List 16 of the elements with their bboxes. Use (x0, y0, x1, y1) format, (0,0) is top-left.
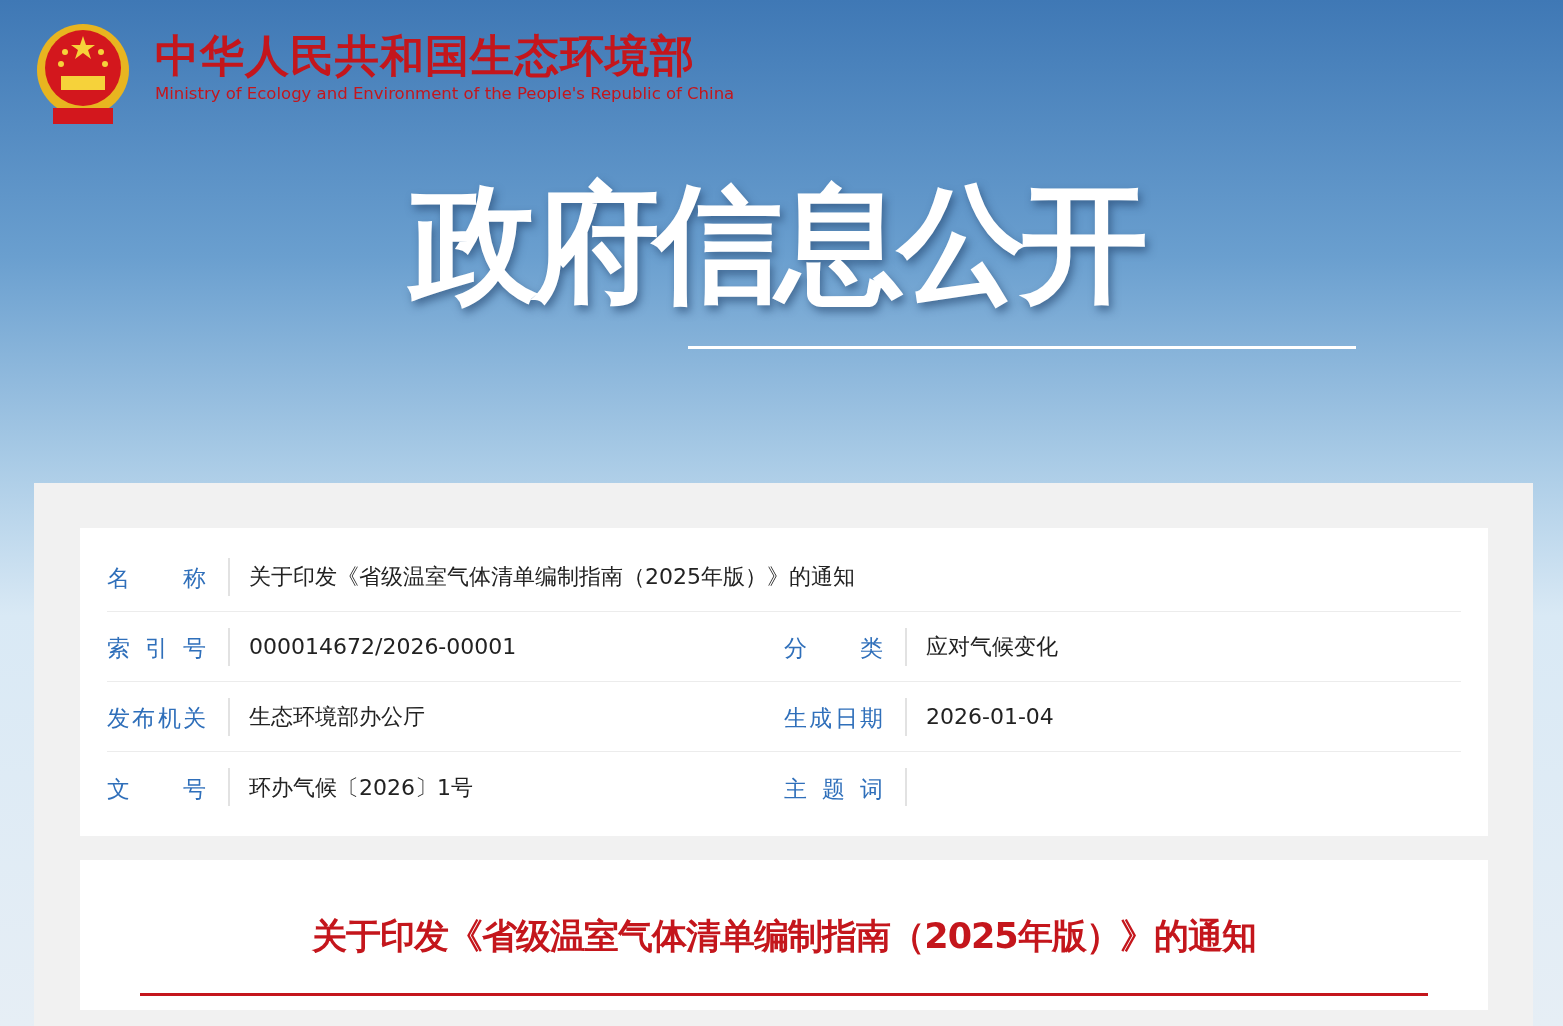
field-value: 关于印发《省级温室气体清单编制指南（2025年版）》的通知 (249, 563, 855, 591)
field-label: 主 题 词 (784, 774, 883, 804)
field-label: 发布机关 (107, 704, 206, 734)
site-title: 中华人民共和国生态环境部 (155, 32, 696, 81)
field-value: 000014672/2026-00001 (249, 633, 517, 661)
field-label: 索 引 号 (107, 634, 206, 664)
field-value: 应对气候变化 (926, 633, 1058, 661)
field-value: 环办气候〔2026〕1号 (249, 773, 473, 802)
article-title: 关于印发《省级温室气体清单编制指南（2025年版）》的通知 (311, 915, 1257, 958)
field-label: 名 称 (107, 564, 206, 594)
field-label: 分 类 (784, 634, 883, 664)
field-label: 生成日期 (784, 704, 883, 734)
field-label: 文 号 (107, 774, 206, 804)
field-value: 2026-01-04 (926, 703, 1054, 731)
field-value: 生态环境部办公厅 (249, 703, 425, 731)
site-subtitle: Ministry of Ecology and Environment of the People's Republic of China (155, 83, 735, 106)
